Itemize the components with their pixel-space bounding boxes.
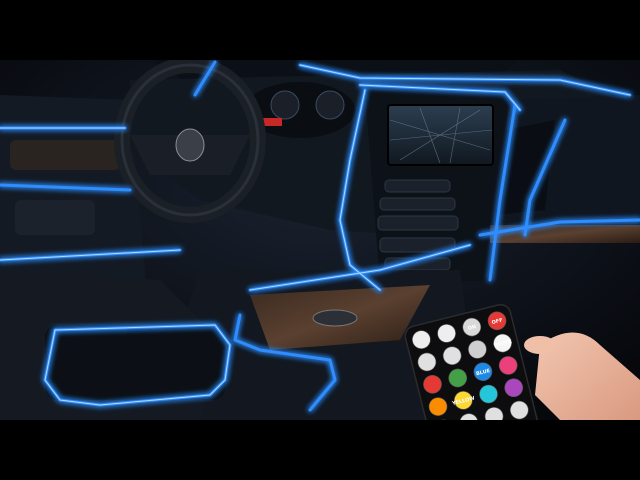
cadillac-emblem (175, 128, 205, 162)
cluster-red-display (262, 118, 282, 126)
gauge-right (315, 90, 345, 120)
letterbox-top (0, 0, 640, 60)
gauge-left (270, 90, 300, 120)
thumb (524, 336, 556, 354)
cupholder-tray (45, 325, 225, 400)
dash-wood-trim (490, 225, 640, 243)
shifter-base (312, 309, 358, 327)
door-handle-panel (15, 200, 95, 235)
letterbox-bottom (0, 420, 640, 480)
car-interior-photo: ONOFFWHITEBLUEYELLOW (0, 60, 640, 420)
door-wood-trim (10, 140, 120, 170)
